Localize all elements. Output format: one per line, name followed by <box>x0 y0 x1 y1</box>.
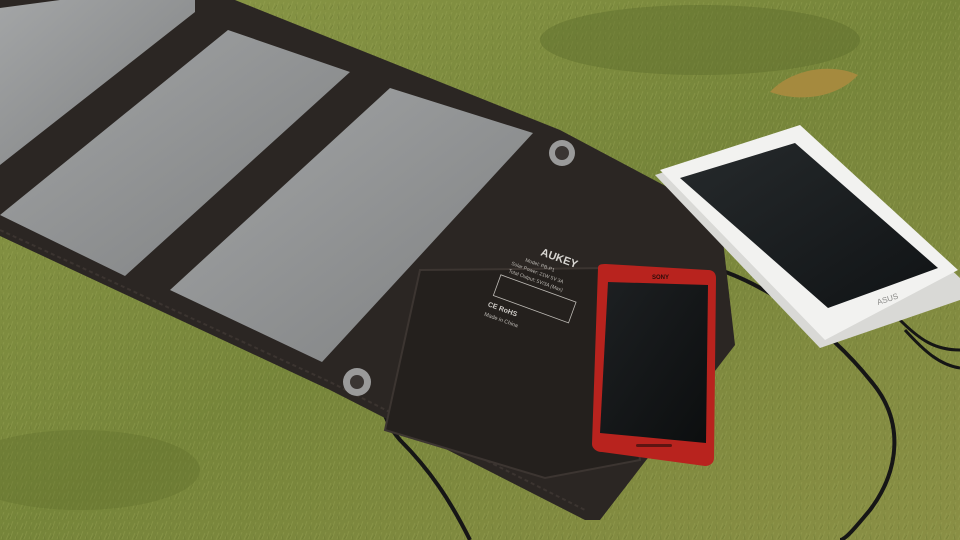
solar-charger-photo: AUKEY Model: PB-P1 Solar Power: 21W 5V 3… <box>0 0 960 540</box>
phone-speaker-grille <box>636 444 672 447</box>
phone-brand-logo: SONY <box>652 275 669 281</box>
phone-screen <box>600 282 708 443</box>
grommet <box>549 140 575 166</box>
grass-shadow-patch <box>540 5 860 75</box>
grommet <box>343 368 371 396</box>
smartphone: SONY <box>592 264 716 466</box>
